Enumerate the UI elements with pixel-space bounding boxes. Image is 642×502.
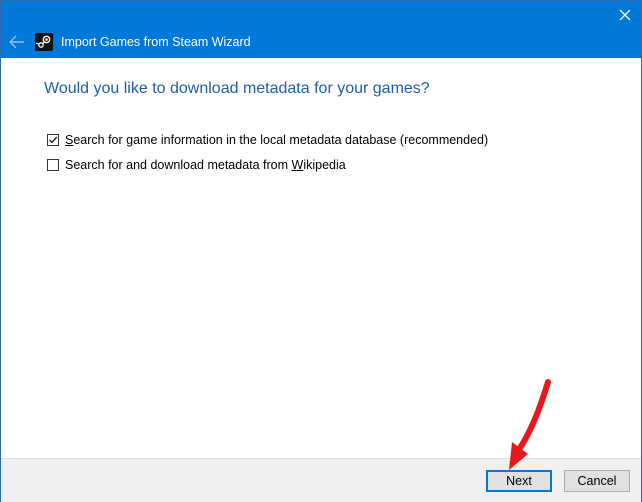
page-heading: Would you like to download metadata for … bbox=[44, 80, 430, 97]
next-button[interactable]: Next bbox=[486, 470, 552, 492]
wizard-window: Import Games from Steam Wizard Would you… bbox=[0, 0, 642, 502]
steam-icon bbox=[35, 33, 53, 51]
option-wikipedia[interactable]: Search for and download metadata from Wi… bbox=[47, 158, 346, 172]
close-icon[interactable] bbox=[617, 7, 633, 23]
option-label: Search for and download metadata from Wi… bbox=[65, 158, 346, 172]
back-arrow-icon[interactable] bbox=[9, 35, 25, 49]
footer-bar: Next Cancel bbox=[1, 458, 641, 502]
option-local-metadata[interactable]: Search for game information in the local… bbox=[47, 133, 488, 147]
local-metadata-checkbox[interactable] bbox=[47, 134, 59, 146]
option-label: Search for game information in the local… bbox=[65, 133, 489, 147]
window-title: Import Games from Steam Wizard bbox=[61, 35, 251, 49]
wikipedia-checkbox[interactable] bbox=[47, 159, 59, 171]
title-bar: Import Games from Steam Wizard bbox=[1, 1, 641, 58]
checkmark-icon bbox=[49, 136, 58, 144]
cancel-button[interactable]: Cancel bbox=[564, 470, 630, 492]
